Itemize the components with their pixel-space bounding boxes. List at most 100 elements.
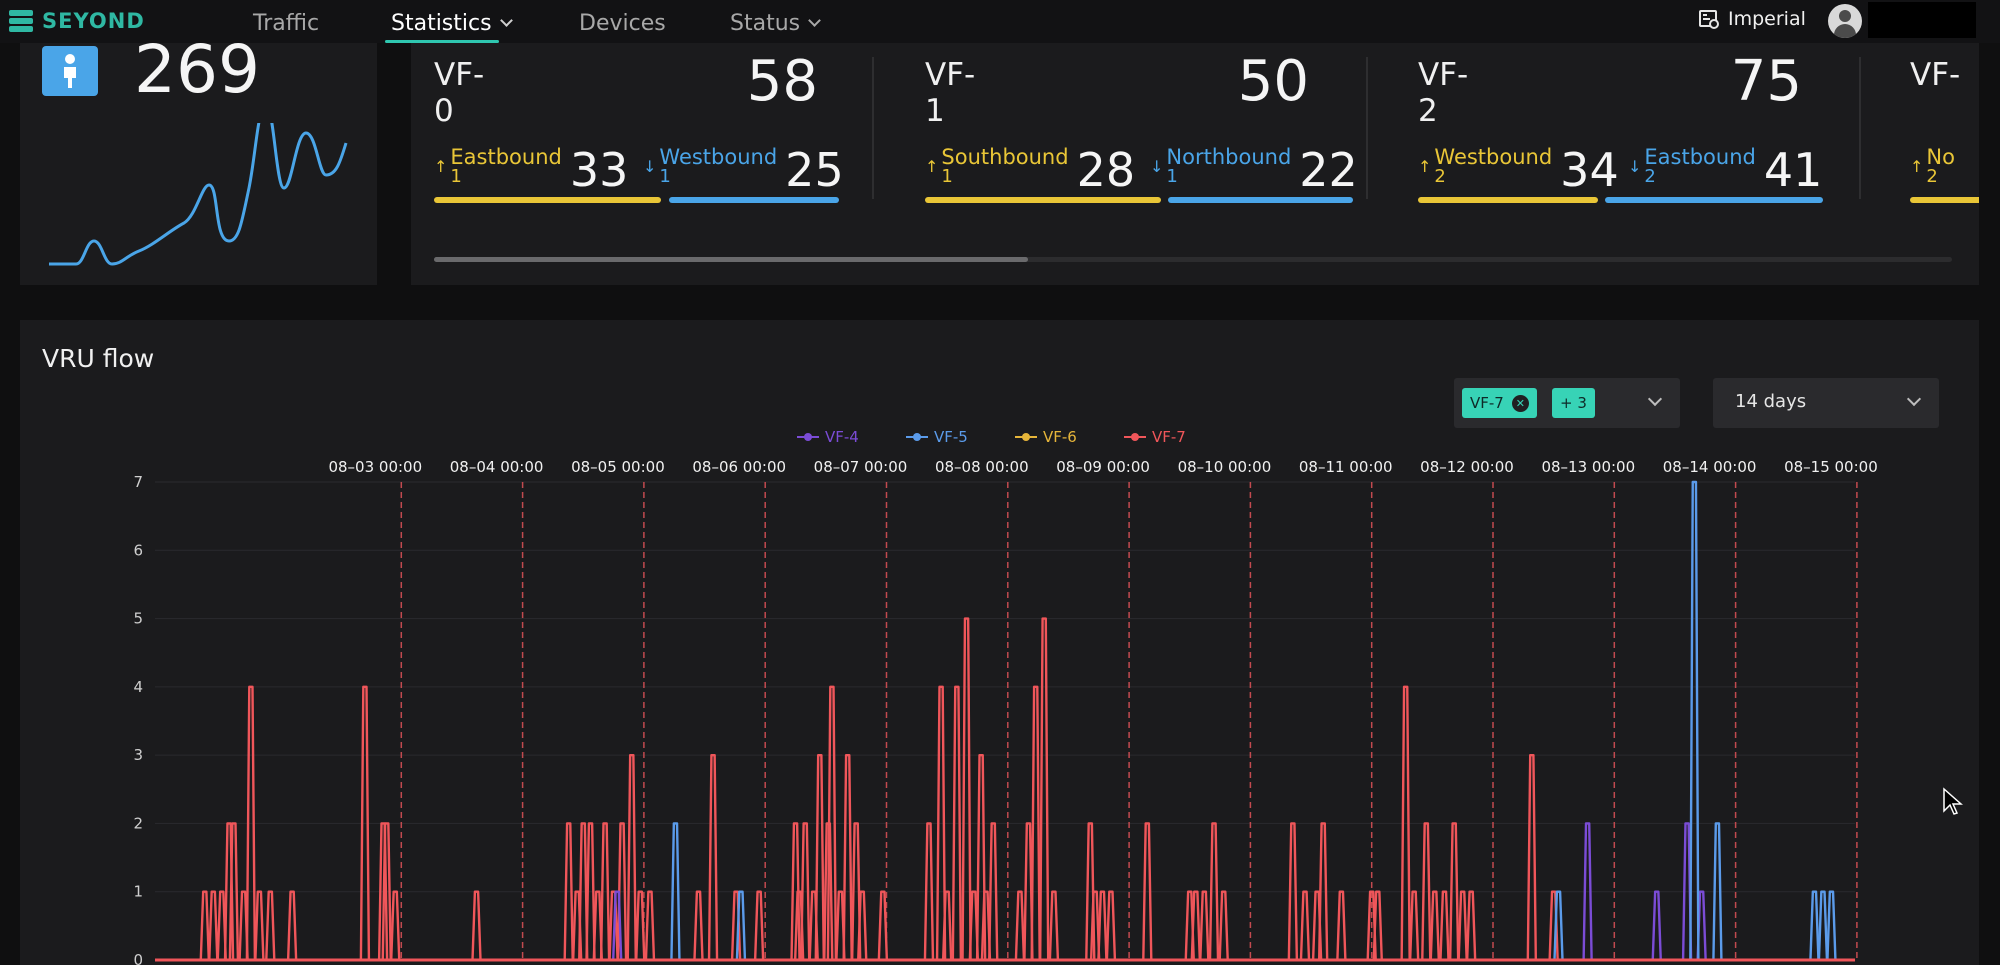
vru-sparkline xyxy=(49,123,348,266)
direction-count: 25 xyxy=(785,143,844,197)
in-share-bar xyxy=(925,197,1161,203)
direction-index: 1 xyxy=(659,166,671,187)
zone-name: VF-0 xyxy=(434,57,485,129)
nav-status-label: Status xyxy=(730,10,801,36)
brand-name: SEYOND xyxy=(42,9,145,33)
out-share-bar xyxy=(1168,197,1353,203)
zone-divider xyxy=(1859,57,1861,199)
y-tick-label: 6 xyxy=(133,541,143,559)
nav-devices-label: Devices xyxy=(579,10,666,36)
series-point-vf-7 xyxy=(1372,890,1383,961)
in-share-bar xyxy=(434,197,661,203)
series-point-vf-4 xyxy=(1651,890,1662,961)
series-point-vf-7 xyxy=(1218,890,1229,961)
zone-out-direction: ↓ Eastbound 2 41 xyxy=(1628,143,1823,197)
series-point-vf-7 xyxy=(265,890,276,961)
nav-statistics[interactable]: Statistics xyxy=(391,6,513,40)
nav-status[interactable]: Status xyxy=(730,6,821,40)
horizontal-scrollbar-thumb[interactable] xyxy=(434,257,1028,262)
direction-label: Eastbound xyxy=(450,145,562,169)
arrow-down-icon: ↓ xyxy=(1150,157,1164,176)
series-point-vf-7 xyxy=(1190,890,1202,961)
direction-count: 34 xyxy=(1560,143,1619,197)
direction-count: 41 xyxy=(1763,143,1823,197)
y-tick-label: 7 xyxy=(133,473,143,491)
seyond-logo-icon xyxy=(9,10,33,32)
zone-name: VF-1 xyxy=(925,57,976,129)
series-point-vf-7 xyxy=(857,890,868,961)
day-marker-label: 08–08 00:00 xyxy=(935,458,1029,476)
mouse-cursor-icon xyxy=(1943,787,1963,815)
y-tick-label: 1 xyxy=(133,883,143,901)
series-point-vf-7 xyxy=(814,753,825,961)
chevron-down-icon xyxy=(808,13,821,27)
series-point-vf-7 xyxy=(471,890,482,961)
day-marker-label: 08–10 00:00 xyxy=(1178,458,1272,476)
series-point-vf-5 xyxy=(1826,890,1837,961)
series-point-vf-7 xyxy=(1299,890,1311,961)
direction-label: Westbound xyxy=(1434,145,1553,169)
direction-label: Northbound xyxy=(1166,145,1292,169)
in-share-bar xyxy=(1910,197,1979,203)
series-point-vf-5 xyxy=(1689,480,1700,961)
zone-name: VF- xyxy=(1910,57,1961,93)
zone-out-direction: ↓ Northbound 1 22 xyxy=(1150,145,1358,194)
nav-devices[interactable]: Devices xyxy=(579,6,666,40)
series-point-vf-5 xyxy=(735,890,747,961)
vru-flow-chart[interactable]: 0 1 2 3 4 5 6 7 08–03 00:00 08–04 00:00 08–05 00:0… xyxy=(20,320,1979,965)
top-nav: SEYOND Traffic Statistics Devices Status… xyxy=(0,0,2000,43)
series-point-vf-7 xyxy=(254,890,265,961)
series-point-vf-7 xyxy=(1014,890,1026,961)
vru-flow-panel: VRU flow VF-7 ✕ + 3 14 days VF-4 VF-5 VF… xyxy=(20,320,1979,965)
nav-traffic-label: Traffic xyxy=(253,10,320,36)
series-point-vf-5 xyxy=(1553,890,1564,961)
series-point-vf-7 xyxy=(1038,617,1050,961)
series-point-vf-7 xyxy=(1429,890,1440,961)
series-point-vf-7 xyxy=(1048,890,1060,961)
series-point-vf-7 xyxy=(644,890,656,961)
zone-in-direction: ↑ Southbound 1 28 xyxy=(925,145,1135,194)
brand-logo[interactable]: SEYOND xyxy=(8,8,145,34)
day-marker-label: 08–12 00:00 xyxy=(1420,458,1514,476)
virtual-fence-summary: VF-0 58 ↑ Eastbound 1 33 ↓ Westbound 1 25 … xyxy=(411,43,1979,285)
arrow-up-icon: ↑ xyxy=(1910,157,1924,176)
nav-traffic[interactable]: Traffic xyxy=(253,6,319,40)
nav-statistics-label: Statistics xyxy=(391,10,492,36)
series-point-vf-7 xyxy=(1465,890,1477,961)
day-marker-label: 08–11 00:00 xyxy=(1299,458,1393,476)
zone-total: 75 xyxy=(1730,49,1802,114)
arrow-up-icon: ↑ xyxy=(1418,157,1432,176)
day-marker-label: 08–03 00:00 xyxy=(328,458,422,476)
day-marker-label: 08–06 00:00 xyxy=(692,458,786,476)
direction-index: 1 xyxy=(450,166,462,187)
day-marker-label: 08–04 00:00 xyxy=(450,458,544,476)
series-point-vf-7 xyxy=(877,890,889,961)
direction-index: 2 xyxy=(1434,166,1446,187)
y-tick-label: 2 xyxy=(133,814,143,832)
units-toggle[interactable]: Imperial xyxy=(1698,8,1806,30)
series-point-vf-7 xyxy=(1526,753,1538,961)
zone-total: 50 xyxy=(1237,49,1309,114)
series-point-vf-7 xyxy=(626,753,637,961)
zone-in-direction: ↑ Westbound 2 34 xyxy=(1418,143,1619,197)
direction-label: Southbound xyxy=(941,145,1069,169)
pedestrian-icon xyxy=(42,46,98,96)
series-point-vf-5 xyxy=(1817,890,1829,961)
total-vru-count: 269 xyxy=(134,31,260,108)
series-point-vf-7 xyxy=(961,617,972,961)
series-point-vf-7 xyxy=(1457,890,1468,961)
zone-in-direction: ↑ Eastbound 1 33 xyxy=(434,145,628,194)
day-marker-label: 08–09 00:00 xyxy=(1056,458,1150,476)
direction-index: 2 xyxy=(1644,166,1656,187)
user-avatar-icon[interactable] xyxy=(1828,4,1862,38)
series-point-vf-7 xyxy=(1439,890,1450,961)
series-point-vf-7 xyxy=(1336,890,1347,961)
series-point-vf-7 xyxy=(1408,890,1420,961)
ruler-settings-icon xyxy=(1699,10,1719,29)
zone-in-direction: ↑ No 2 xyxy=(1910,147,1955,186)
arrow-up-icon: ↑ xyxy=(925,157,939,176)
series-point-vf-7 xyxy=(390,890,401,961)
direction-label: Westbound xyxy=(659,145,778,169)
zone-name: VF-2 xyxy=(1418,57,1469,129)
redacted-username xyxy=(1868,2,1976,38)
